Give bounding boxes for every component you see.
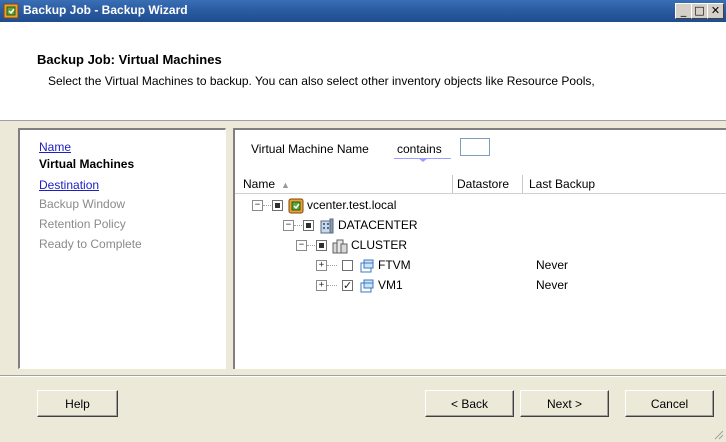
expand-icon[interactable]: + <box>316 260 327 271</box>
filter-value-input[interactable] <box>460 138 490 156</box>
tree-connector <box>327 285 337 286</box>
cancel-button[interactable]: Cancel <box>625 390 714 417</box>
minimize-button[interactable]: _ <box>675 3 692 19</box>
maximize-button[interactable]: □ <box>691 3 708 19</box>
tree-node-label: DATACENTER <box>338 218 418 232</box>
page-description: Select the Virtual Machines to backup. Y… <box>48 74 595 88</box>
next-button[interactable]: Next > <box>520 390 609 417</box>
collapse-icon[interactable]: − <box>296 240 307 251</box>
step-virtual-machines: Virtual Machines <box>39 157 135 171</box>
window-title: Backup Job - Backup Wizard <box>23 3 188 17</box>
close-button[interactable]: ✕ <box>707 3 724 19</box>
vm-icon <box>360 279 374 293</box>
expand-icon[interactable]: + <box>316 280 327 291</box>
vcenter-icon <box>288 198 304 214</box>
help-button[interactable]: Help <box>37 390 118 417</box>
tree-node-label: vcenter.test.local <box>307 198 397 212</box>
virtual-machines-panel: Virtual Machine Name contains Name ▲ Data… <box>233 128 726 369</box>
tree-node-label: VM1 <box>378 278 403 292</box>
step-destination[interactable]: Destination <box>39 178 99 192</box>
tree-connector <box>263 205 271 206</box>
tree-checkbox[interactable] <box>342 260 353 271</box>
step-ready-to-complete: Ready to Complete <box>39 237 142 251</box>
column-header-datastore[interactable]: Datastore <box>453 175 523 193</box>
tree-connector <box>307 245 315 246</box>
back-button[interactable]: < Back <box>425 390 514 417</box>
tree-row-datacenter[interactable]: − DATACENTER <box>235 216 726 236</box>
tree-row-ftvm[interactable]: + FTVM Never <box>235 256 726 276</box>
wizard-steps-panel: Name Virtual Machines Destination Backup… <box>18 128 226 369</box>
tree-column-header: Name ▲ Datastore Last Backup <box>235 175 726 194</box>
column-header-name-label: Name <box>243 177 276 191</box>
column-header-name[interactable]: Name ▲ <box>235 175 453 193</box>
tree-node-label: CLUSTER <box>351 238 408 252</box>
step-retention-policy: Retention Policy <box>39 217 126 231</box>
tree-connector <box>327 265 337 266</box>
datacenter-icon <box>320 218 334 234</box>
tree-row-vm1[interactable]: + ✓ VM1 Never <box>235 276 726 296</box>
tree-checkbox-checked[interactable]: ✓ <box>342 280 353 291</box>
tree-checkbox[interactable] <box>303 220 314 231</box>
step-backup-window: Backup Window <box>39 197 126 211</box>
collapse-icon[interactable]: − <box>283 220 294 231</box>
footer-divider <box>0 375 726 377</box>
chevron-down-icon[interactable] <box>418 158 428 162</box>
wizard-header: Backup Job: Virtual Machines Select the … <box>0 22 726 121</box>
collapse-icon[interactable]: − <box>252 200 263 211</box>
tree-row-cluster[interactable]: − CLUSTER <box>235 236 726 256</box>
filter-label: Virtual Machine Name <box>251 142 369 156</box>
last-backup-value: Never <box>536 278 569 292</box>
backup-wizard-icon <box>3 3 19 19</box>
title-bar: Backup Job - Backup Wizard _ □ ✕ <box>0 0 726 22</box>
page-title: Backup Job: Virtual Machines <box>37 52 222 67</box>
tree-checkbox[interactable] <box>272 200 283 211</box>
tree-row-vcenter[interactable]: − vcenter.test.local <box>235 196 726 216</box>
cluster-icon <box>332 239 348 254</box>
step-name[interactable]: Name <box>39 140 71 154</box>
sort-ascending-icon: ▲ <box>281 180 290 190</box>
column-header-last-backup[interactable]: Last Backup <box>523 175 726 193</box>
filter-operator-dropdown[interactable]: contains <box>397 142 442 156</box>
resize-grip-icon[interactable] <box>712 428 724 440</box>
tree-connector <box>294 225 302 226</box>
tree-node-label: FTVM <box>378 258 411 272</box>
last-backup-value: Never <box>536 258 569 272</box>
tree-checkbox[interactable] <box>316 240 327 251</box>
vm-icon <box>360 259 374 273</box>
